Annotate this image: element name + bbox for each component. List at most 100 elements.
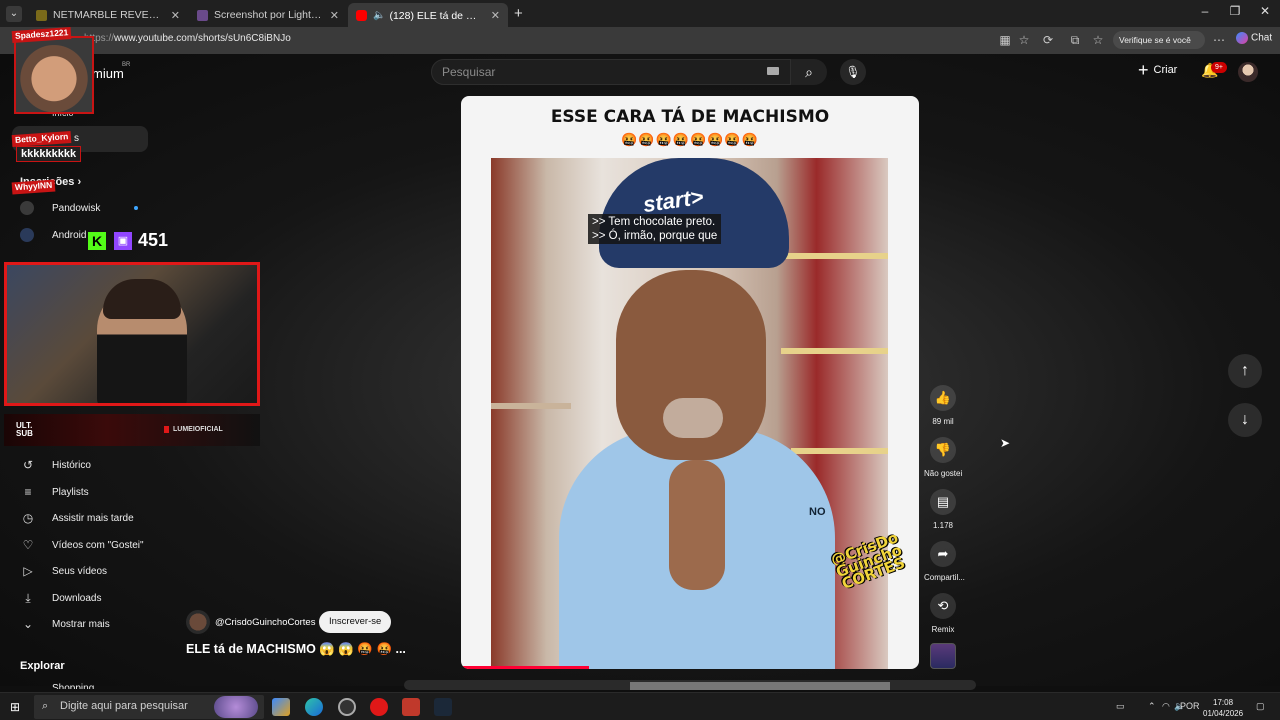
previous-short-button[interactable]: ↑ — [1228, 354, 1262, 388]
create-button[interactable]: + Criar — [1138, 61, 1177, 79]
refresh-icon[interactable]: ⟳ — [1041, 33, 1055, 47]
verify-label: Verifique se é você — [1119, 35, 1191, 45]
url-text: www.youtube.com/shorts/sUn6C8iBNJo — [114, 33, 291, 44]
minimize-button[interactable]: – — [1190, 4, 1220, 18]
close-icon[interactable]: ✕ — [330, 9, 339, 22]
sidebar-item-your-videos[interactable]: ▷ Seus vídeos — [20, 561, 107, 581]
video-title[interactable]: ELE tá de MACHISMO 😱 😱 🤬 🤬 ... — [186, 642, 406, 657]
voice-search-button[interactable]: 🎙 — [840, 59, 866, 85]
keyboard-icon[interactable] — [767, 67, 779, 75]
twitch-logo-icon: ▣ — [114, 232, 132, 250]
microphone-icon: 🎙 — [845, 65, 861, 79]
caption-line: >> Ó, irmão, porque que — [592, 230, 718, 242]
comment-icon: ▤ — [936, 494, 950, 509]
sound-avatar[interactable] — [930, 643, 956, 669]
channel-avatar — [20, 201, 34, 215]
search-box — [431, 59, 791, 85]
copilot-chat-button[interactable]: Chat — [1236, 32, 1272, 44]
network-icon[interactable]: ◠ — [1162, 701, 1170, 712]
search-icon: ⌕ — [805, 64, 813, 80]
copilot-icon — [1236, 32, 1248, 44]
star-icon[interactable]: ☆ — [1017, 33, 1031, 47]
tab-actions-button[interactable]: ⌄ — [6, 6, 22, 22]
channel-name[interactable]: @CrisdoGuinchoCortes — [215, 617, 315, 628]
comments-action: ▤ 1.178 — [924, 489, 962, 530]
close-window-button[interactable]: ✕ — [1250, 4, 1280, 18]
comments-button[interactable]: ▤ — [930, 489, 956, 515]
sidebar-item-label: Histórico — [52, 459, 91, 471]
taskbar-steam-icon[interactable] — [434, 698, 452, 716]
notification-badge: 9+ — [1211, 62, 1227, 73]
dislike-label: Não gostei — [924, 469, 963, 478]
windows-start-icon[interactable]: ⊞ — [10, 700, 24, 714]
keyboard-tray-icon[interactable]: ▭ — [1116, 701, 1125, 712]
channel-avatar[interactable] — [186, 610, 210, 634]
like-action: 👍 89 mil — [924, 385, 962, 426]
verify-identity-button[interactable]: Verifique se é você — [1113, 31, 1205, 49]
browser-tab-active[interactable]: 🔈 (128) ELE tá de MACHISMO 😱 ✕ — [348, 3, 508, 27]
banner-sub-text: SUB — [16, 429, 33, 438]
subscribe-button[interactable]: Inscrever-se — [319, 611, 392, 633]
man-beard — [663, 398, 723, 438]
youtube-logo-text[interactable]: mium — [92, 66, 124, 81]
video-icon: ▷ — [23, 564, 33, 578]
dislike-button[interactable]: 👎 — [930, 437, 956, 463]
sidebar-item-liked-videos[interactable]: ♡ Vídeos com "Gostei" — [20, 535, 144, 555]
search-button[interactable]: ⌕ — [791, 59, 827, 85]
sidebar-item-show-more[interactable]: ⌄ Mostrar mais — [20, 614, 110, 634]
sidebar-item-downloads[interactable]: ⤓ Downloads — [20, 588, 101, 608]
account-avatar[interactable] — [1238, 62, 1258, 82]
taskbar-game-icon[interactable] — [402, 698, 420, 716]
next-short-preview — [404, 680, 976, 690]
sidebar-channel-android[interactable]: Android — [20, 228, 86, 242]
sidebar-item-playlists[interactable]: ≡ Playlists — [20, 482, 89, 502]
notifications-tray-icon[interactable]: ▢ — [1256, 701, 1265, 712]
man-cap — [599, 158, 789, 268]
browser-tab-2[interactable]: Screenshot por Lightshot ✕ — [189, 3, 347, 27]
sidebar-item-watch-later[interactable]: ◷ Assistir mais tarde — [20, 508, 134, 528]
extensions-icon[interactable]: ⧉ — [1068, 33, 1082, 47]
shelf — [491, 403, 571, 409]
short-video-player[interactable]: ESSE CARA TÁ DE MACHISMO 🤬🤬🤬🤬🤬🤬🤬🤬 start>… — [461, 96, 919, 669]
sidebar-item-label: Playlists — [52, 486, 89, 498]
taskbar-chrome-icon[interactable] — [338, 698, 356, 716]
share-icon: ➦ — [937, 546, 949, 561]
taskbar-search-input[interactable] — [60, 700, 220, 712]
search-highlight-icon — [214, 696, 258, 718]
new-tab-button[interactable]: + — [514, 5, 523, 22]
app-icon[interactable]: ▦ — [998, 33, 1012, 47]
more-menu-icon[interactable]: ⋯ — [1212, 33, 1226, 47]
sidebar-item-label: Assistir mais tarde — [52, 512, 134, 524]
streamer-hair — [103, 279, 181, 319]
tab-title: NETMARBLE REVEALS FOURTH O — [53, 9, 165, 21]
shirt-logo-text: NO — [809, 506, 826, 518]
stream-banner: ULT. SUB LUMEIOFICIAL — [4, 414, 260, 446]
sidebar-item-history[interactable]: ↺ Histórico — [20, 455, 91, 475]
taskbar-youtube-icon[interactable] — [370, 698, 388, 716]
favorites-icon[interactable]: ☆ — [1091, 33, 1105, 47]
taskbar-clock[interactable]: 17:08 01/04/2026 — [1203, 697, 1243, 719]
close-icon[interactable]: ✕ — [171, 9, 180, 22]
share-button[interactable]: ➦ — [930, 541, 956, 567]
url-field[interactable]: https://www.youtube.com/shorts/sUn6C8iBN… — [84, 33, 291, 49]
taskbar-edge-icon[interactable] — [305, 698, 323, 716]
next-short-button[interactable]: ↓ — [1228, 403, 1262, 437]
sidebar-item-shopping[interactable]: Shopping — [52, 683, 94, 689]
youtube-favicon — [356, 9, 367, 21]
maximize-button[interactable]: ❐ — [1220, 4, 1250, 18]
video-progress-bar[interactable] — [461, 666, 590, 669]
chat-emote-image — [14, 36, 94, 114]
search-input[interactable] — [442, 65, 742, 79]
like-button[interactable]: 👍 — [930, 385, 956, 411]
close-icon[interactable]: ✕ — [491, 9, 500, 22]
taskbar-copilot-icon[interactable] — [272, 698, 290, 716]
clock-time: 17:08 — [1213, 698, 1234, 707]
hidden-icons-chevron-icon[interactable]: ⌃ — [1148, 701, 1156, 712]
next-short-thumbnail — [630, 682, 890, 690]
streamer-webcam — [4, 262, 260, 406]
speaker-icon[interactable]: 🔈 — [373, 10, 385, 21]
sidebar-channel-pandowisk[interactable]: Pandowisk — [20, 201, 138, 215]
language-indicator[interactable]: POR — [1180, 701, 1200, 711]
browser-tab-1[interactable]: NETMARBLE REVEALS FOURTH O ✕ — [28, 3, 188, 27]
remix-button[interactable]: ⟲ — [930, 593, 956, 619]
